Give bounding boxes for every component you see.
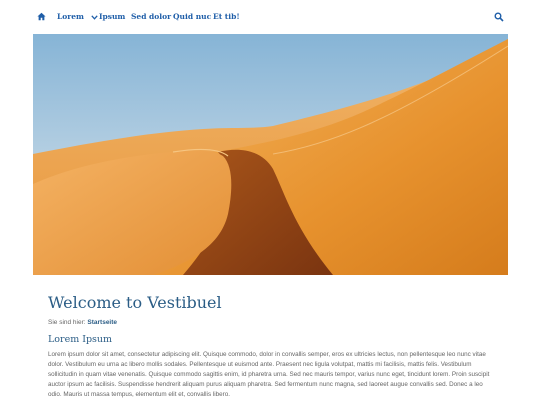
breadcrumb-prefix: Sie sind hier: [48, 319, 86, 326]
desert-dunes-image [33, 34, 508, 275]
section-heading: Lorem Ipsum [48, 334, 113, 345]
nav-item-label: Lorem [57, 12, 84, 21]
nav-item-sed-dolor[interactable]: Sed dolor [131, 10, 171, 24]
breadcrumb-link-startseite[interactable]: Startseite [87, 319, 117, 326]
page-title: Welcome to Vestibuel [48, 293, 222, 312]
chevron-down-icon [90, 14, 98, 20]
search-icon[interactable] [494, 12, 504, 22]
nav-item-quid-nuc[interactable]: Quid nuc [173, 10, 211, 24]
breadcrumb: Sie sind hier: Startseite [48, 318, 117, 328]
home-icon [37, 12, 46, 21]
nav-item-et-tib[interactable]: Et tib! [213, 10, 240, 24]
body-paragraph: Lorem ipsum dolor sit amet, consectetur … [48, 351, 490, 398]
nav-item-ipsum[interactable]: Ipsum [99, 10, 125, 24]
nav-home[interactable] [37, 10, 47, 24]
nav-item-lorem[interactable]: Lorem [57, 10, 98, 24]
hero-image [33, 34, 508, 275]
top-navigation: Lorem Ipsum Sed dolor Quid nuc Et tib! [0, 0, 540, 34]
